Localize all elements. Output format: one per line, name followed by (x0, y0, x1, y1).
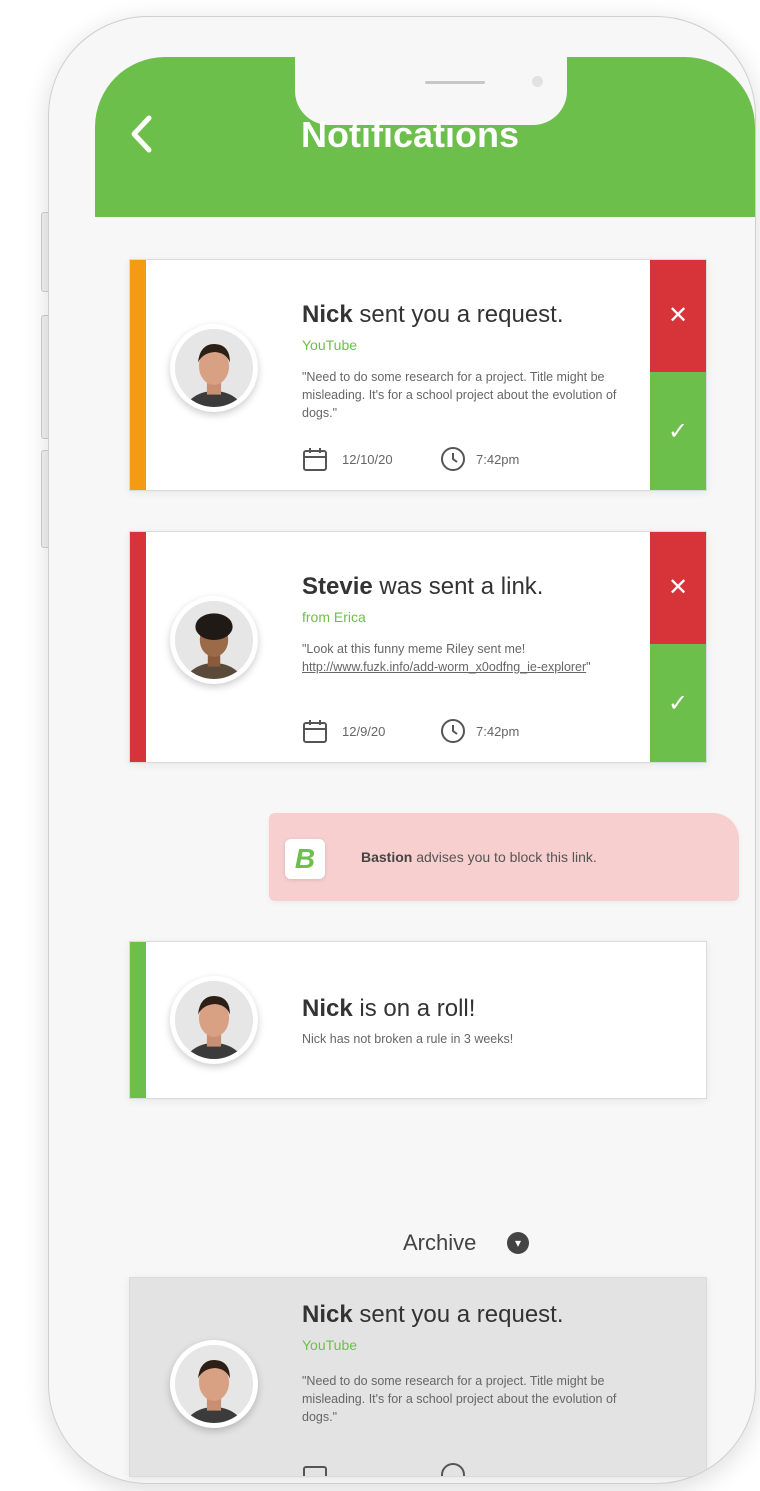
notification-action: sent you a request. (359, 1301, 564, 1328)
approve-button[interactable]: ✓ (650, 372, 706, 490)
status-stripe (130, 942, 146, 1098)
notification-source: YouTube (302, 1337, 358, 1353)
sender-name: Nick (302, 301, 353, 328)
avatar (170, 976, 258, 1064)
camera (532, 76, 543, 87)
notification-title: Stevie was sent a link. (302, 572, 543, 602)
advice-message: advises you to block this link. (412, 849, 597, 865)
page-title: Notifications (301, 114, 520, 155)
sender-name: Nick (302, 995, 353, 1022)
notification-card: Nick is on a roll! Nick has not broken a… (129, 941, 707, 1099)
archived-notification-card: Nick sent you a request. YouTube "Need t… (129, 1277, 707, 1477)
message-text-end: " (586, 660, 591, 674)
notification-action: is on a roll! (359, 995, 476, 1022)
clock-icon (441, 719, 465, 743)
approve-button[interactable]: ✓ (650, 644, 706, 762)
status-stripe (130, 260, 146, 490)
phone-frame: Notifications Nick sent you a request. Y… (48, 16, 756, 1484)
chevron-left-icon (131, 115, 152, 153)
notification-message: Nick has not broken a rule in 3 weeks! (302, 1032, 514, 1046)
message-link[interactable]: http://www.fuzk.info/add-worm_x0odfng_ie… (302, 660, 586, 674)
notification-message: "Need to do some research for a project.… (302, 1374, 617, 1424)
calendar-icon (303, 1466, 327, 1476)
avatar (170, 596, 258, 684)
notification-title: Nick is on a roll! (302, 994, 475, 1024)
status-stripe (130, 532, 146, 762)
chevron-down-icon[interactable]: ▾ (507, 1232, 529, 1254)
sender-name: Stevie (302, 573, 373, 600)
bastion-logo: B (285, 839, 325, 879)
deny-button[interactable]: ✕ (650, 532, 706, 644)
advisor-name: Bastion (361, 849, 413, 865)
notification-title: Nick sent you a request. (302, 300, 564, 330)
message-text: "Look at this funny meme Riley sent me! (302, 642, 526, 656)
notification-title: Nick sent you a request. (302, 1300, 564, 1330)
notification-action: was sent a link. (379, 573, 544, 600)
back-button[interactable] (129, 115, 159, 155)
notification-source: YouTube (302, 337, 358, 353)
advice-banner: B Bastion advises you to block this link… (269, 813, 739, 901)
notification-time: 7:42pm (476, 452, 520, 467)
calendar-icon (303, 720, 327, 743)
notification-message: "Look at this funny meme Riley sent me! … (302, 640, 622, 676)
notification-action: sent you a request. (359, 301, 564, 328)
speaker (425, 81, 485, 84)
notification-card: Stevie was sent a link. from Erica "Look… (129, 531, 707, 763)
sender-name: Nick (302, 1301, 353, 1328)
clock-icon (441, 1463, 465, 1476)
notification-message: "Need to do some research for a project.… (302, 370, 617, 420)
notification-date: 12/9/20 (342, 724, 386, 739)
avatar (170, 1340, 258, 1428)
notification-card: Nick sent you a request. YouTube "Need t… (129, 259, 707, 491)
notification-source: from Erica (302, 609, 366, 625)
notification-time: 7:42pm (476, 724, 520, 739)
deny-button[interactable]: ✕ (650, 260, 706, 372)
archive-label[interactable]: Archive (403, 1229, 476, 1257)
advice-text: Bastion advises you to block this link. (361, 849, 597, 865)
notification-date: 12/10/20 (342, 452, 393, 467)
avatar (170, 324, 258, 412)
clock-icon (441, 447, 465, 471)
calendar-icon (303, 448, 327, 471)
